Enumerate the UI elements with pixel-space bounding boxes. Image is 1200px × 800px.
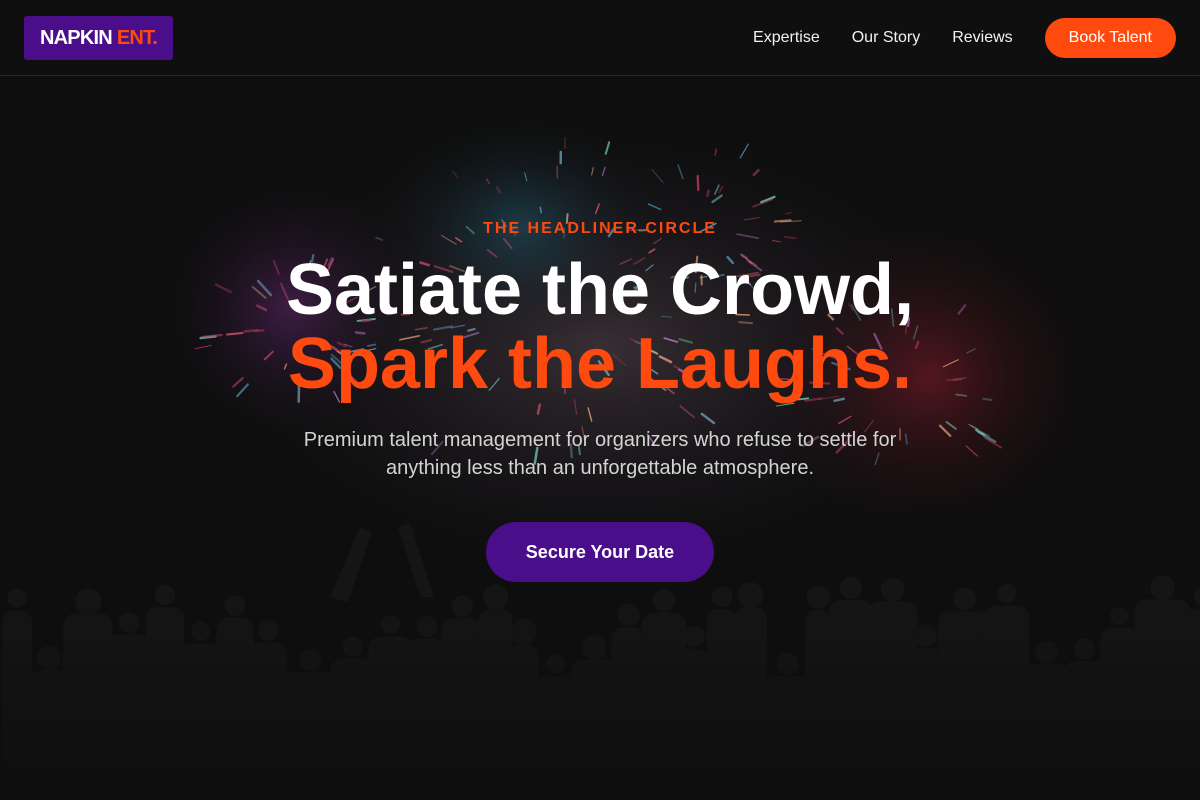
hero-section: THE HEADLINER CIRCLE Satiate the Crowd, … (0, 77, 1200, 800)
hero-headline: Satiate the Crowd, Spark the Laughs. (0, 253, 1200, 401)
nav-link-expertise[interactable]: Expertise (753, 29, 820, 47)
headline-line-2: Spark the Laughs. (287, 324, 913, 404)
site-header: NAPKIN ENT. Expertise Our Story Reviews … (0, 0, 1200, 76)
book-talent-button[interactable]: Book Talent (1044, 18, 1176, 58)
brand-name: NAPKIN (40, 26, 113, 49)
brand-logo[interactable]: NAPKIN ENT. (24, 16, 174, 60)
hero-eyebrow: THE HEADLINER CIRCLE (483, 220, 717, 237)
nav-link-reviews[interactable]: Reviews (952, 29, 1012, 47)
headline-line-1: Satiate the Crowd, (285, 250, 915, 330)
secure-your-date-button[interactable]: Secure Your Date (486, 522, 714, 582)
main-nav: Expertise Our Story Reviews Book Talent (753, 18, 1176, 58)
brand-suffix: ENT. (116, 26, 158, 49)
nav-link-our-story[interactable]: Our Story (852, 29, 920, 47)
hero-subtext: Premium talent management for organizers… (303, 429, 897, 479)
landing-page: NAPKIN ENT. Expertise Our Story Reviews … (0, 0, 1200, 800)
